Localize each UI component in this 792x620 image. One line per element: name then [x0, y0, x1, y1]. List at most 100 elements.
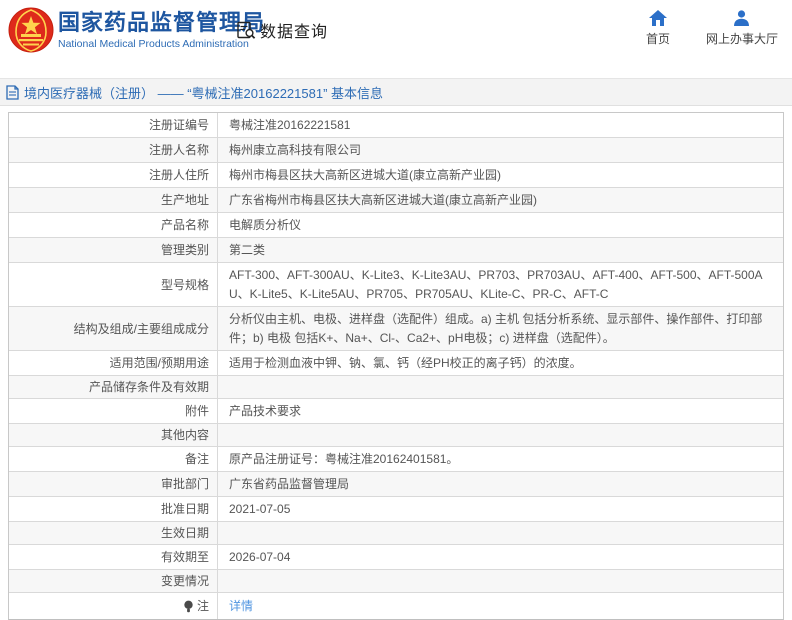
row-value: 2026-07-04: [218, 545, 783, 569]
row-value-text: 电解质分析仪: [229, 218, 302, 232]
table-row: 生产地址 广东省梅州市梅县区扶大高新区进城大道(康立高新产业园): [9, 188, 783, 213]
document-search-icon: [236, 20, 256, 40]
table-row: 其他内容: [9, 424, 783, 447]
row-label: 生效日期: [9, 522, 218, 544]
row-value-text: 梅州康立高科技有限公司: [229, 143, 362, 157]
row-value-text: 2021-07-05: [229, 502, 291, 516]
row-value: 广东省药品监督管理局: [218, 472, 783, 496]
row-label-text: 适用范围/预期用途: [109, 356, 209, 370]
breadcrumb-bar: 境内医疗器械（注册） —— “粤械注准20162221581” 基本信息: [0, 78, 792, 106]
row-label-text: 附件: [184, 404, 209, 418]
row-label: 生产地址: [9, 188, 218, 212]
row-value-text: 广东省药品监督管理局: [229, 477, 350, 491]
row-label-text: 产品名称: [160, 218, 209, 232]
row-label-text: 生效日期: [160, 526, 209, 540]
registration-info-table: 注册证编号 粤械注准20162221581 注册人名称 梅州康立高科技有限公司注册人住…: [8, 112, 784, 620]
row-value: 梅州康立高科技有限公司: [218, 138, 783, 162]
row-value: 粤械注准20162221581: [218, 113, 783, 137]
table-row: 注册证编号 粤械注准20162221581: [9, 113, 783, 138]
nav-home-label: 首页: [645, 32, 670, 46]
row-value: 产品技术要求: [218, 399, 783, 423]
row-value: [218, 424, 783, 446]
person-icon: [733, 10, 750, 26]
row-label: 产品名称: [9, 213, 218, 237]
row-label: 产品储存条件及有效期: [9, 376, 218, 398]
row-label: 审批部门: [9, 472, 218, 496]
row-value-text: 第二类: [229, 243, 266, 257]
row-label-text: 备注: [184, 452, 209, 466]
table-row: 附件 产品技术要求: [9, 399, 783, 424]
row-label-text: 型号规格: [160, 277, 209, 292]
org-name-cn: 国家药品监督管理局: [58, 10, 266, 35]
row-value: [218, 522, 783, 544]
row-label: 型号规格: [9, 263, 218, 306]
row-value-text: 适用于检测血液中钾、钠、氯、钙（经PH校正的离子钙）的浓度。: [229, 356, 582, 370]
row-label-text: 管理类别: [160, 243, 209, 257]
table-row: 管理类别 第二类: [9, 238, 783, 263]
row-value: [218, 570, 783, 592]
table-row: 注册人住所 梅州市梅县区扶大高新区进城大道(康立高新产业园): [9, 163, 783, 188]
row-value: [218, 376, 783, 398]
home-icon: [648, 10, 667, 26]
row-value: 适用于检测血液中钾、钠、氯、钙（经PH校正的离子钙）的浓度。: [218, 351, 783, 375]
table-row: 注 详情: [9, 593, 783, 619]
breadcrumb: 境内医疗器械（注册） —— “粤械注准20162221581” 基本信息: [24, 85, 384, 101]
data-query-title: 数据查询: [260, 24, 329, 41]
page-header: 国家药品监督管理局 National Medical Products Admi…: [0, 0, 792, 66]
table-row: 注册人名称 梅州康立高科技有限公司: [9, 138, 783, 163]
table-row: 适用范围/预期用途 适用于检测血液中钾、钠、氯、钙（经PH校正的离子钙）的浓度。: [9, 351, 783, 376]
nav-home[interactable]: 首页: [646, 10, 670, 47]
row-value: 梅州市梅县区扶大高新区进城大道(康立高新产业园): [218, 163, 783, 187]
table-row: 产品名称 电解质分析仪: [9, 213, 783, 238]
table-row: 备注 原产品注册证号：粤械注准20162401581。: [9, 447, 783, 472]
row-label-text: 其他内容: [160, 428, 209, 442]
note-icon: [183, 600, 194, 613]
row-label: 备注: [9, 447, 218, 471]
table-row: 变更情况: [9, 570, 783, 593]
row-label: 变更情况: [9, 570, 218, 592]
table-row: 结构及组成/主要组成成分 分析仪由主机、电极、进样盘（选配件）组成。a) 主机 包…: [9, 307, 783, 351]
document-icon: [6, 84, 19, 100]
table-row: 审批部门 广东省药品监督管理局: [9, 472, 783, 497]
row-value-text: 粤械注准20162221581: [229, 118, 351, 132]
nav-online-hall-label: 网上办事大厅: [705, 32, 778, 46]
table-row: 型号规格 AFT-300、AFT-300AU、K-Lite3、K-Lite3AU、…: [9, 263, 783, 307]
row-label-text: 注册人名称: [148, 143, 209, 157]
top-nav: 首页 网上办事大厅: [646, 10, 778, 47]
row-label: 注册人名称: [9, 138, 218, 162]
row-value: AFT-300、AFT-300AU、K-Lite3、K-Lite3AU、PR70…: [218, 263, 783, 306]
row-label-text: 有效期至: [160, 550, 209, 564]
row-label: 注册人住所: [9, 163, 218, 187]
row-label-text: 结构及组成/主要组成成分: [73, 321, 209, 336]
details-link[interactable]: 详情: [229, 597, 253, 616]
row-value-text: 分析仪由主机、电极、进样盘（选配件）组成。a) 主机 包括分析系统、显示部件、操…: [229, 312, 763, 345]
row-value-text: 梅州市梅县区扶大高新区进城大道(康立高新产业园): [229, 168, 501, 182]
row-label: 注: [9, 593, 218, 619]
row-label-text: 注册人住所: [148, 168, 209, 182]
row-label-text: 生产地址: [160, 193, 209, 207]
row-value-text: 2026-07-04: [229, 550, 291, 564]
row-value: 2021-07-05: [218, 497, 783, 521]
row-label-text: 注册证编号: [148, 118, 209, 132]
nav-online-hall[interactable]: 网上办事大厅: [706, 10, 778, 47]
row-value-text: AFT-300、AFT-300AU、K-Lite3、K-Lite3AU、PR70…: [229, 268, 763, 301]
row-label: 有效期至: [9, 545, 218, 569]
row-value: 广东省梅州市梅县区扶大高新区进城大道(康立高新产业园): [218, 188, 783, 212]
row-label-text: 产品储存条件及有效期: [88, 380, 209, 394]
row-label-text: 注: [196, 599, 209, 613]
table-row: 有效期至 2026-07-04: [9, 545, 783, 570]
row-label: 结构及组成/主要组成成分: [9, 307, 218, 350]
org-name-en: National Medical Products Administration: [58, 38, 249, 50]
data-query-section: 数据查询: [236, 18, 328, 42]
row-label-text: 批准日期: [160, 502, 209, 516]
row-value-text: 产品技术要求: [229, 404, 302, 418]
row-value: 原产品注册证号：粤械注准20162401581。: [218, 447, 783, 471]
row-label: 其他内容: [9, 424, 218, 446]
table-row: 产品储存条件及有效期: [9, 376, 783, 399]
row-label: 批准日期: [9, 497, 218, 521]
row-value-text: 原产品注册证号：粤械注准20162401581。: [229, 452, 459, 466]
row-label-text: 审批部门: [160, 477, 209, 491]
row-label: 附件: [9, 399, 218, 423]
row-label: 管理类别: [9, 238, 218, 262]
row-value: 分析仪由主机、电极、进样盘（选配件）组成。a) 主机 包括分析系统、显示部件、操…: [218, 307, 783, 350]
